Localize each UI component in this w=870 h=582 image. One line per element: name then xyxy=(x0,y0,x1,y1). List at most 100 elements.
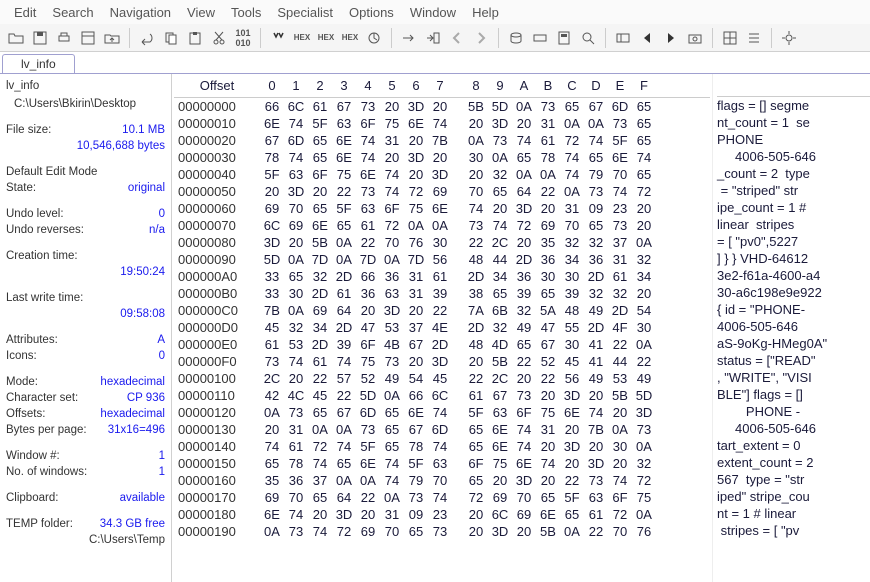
byte-cell[interactable]: 49 xyxy=(584,302,608,319)
byte-cell[interactable]: 3D xyxy=(512,472,536,489)
byte-cell[interactable]: 6E xyxy=(560,404,584,421)
byte-cell[interactable]: 65 xyxy=(380,404,404,421)
byte-cell[interactable]: 2D xyxy=(464,319,488,336)
byte-cell[interactable]: 34 xyxy=(308,319,332,336)
byte-cell[interactable]: 22 xyxy=(332,387,356,404)
byte-cell[interactable]: 7B xyxy=(428,132,452,149)
byte-cell[interactable]: 74 xyxy=(464,200,488,217)
ascii-row[interactable]: _count = 2 type xyxy=(717,165,870,182)
byte-cell[interactable]: 61 xyxy=(332,285,356,302)
byte-cell[interactable]: 39 xyxy=(560,285,584,302)
byte-cell[interactable]: 61 xyxy=(536,132,560,149)
byte-cell[interactable]: 66 xyxy=(404,387,428,404)
byte-cell[interactable]: 32 xyxy=(632,251,656,268)
byte-cell[interactable]: 55 xyxy=(560,319,584,336)
byte-cell[interactable]: 39 xyxy=(512,285,536,302)
byte-cell[interactable]: 0A xyxy=(536,166,560,183)
byte-cell[interactable]: 72 xyxy=(380,217,404,234)
byte-cell[interactable]: 75 xyxy=(332,166,356,183)
hex-row[interactable]: 000000C07B0A6964203D20227A6B325A48492D54 xyxy=(174,302,710,319)
byte-cell[interactable]: 53 xyxy=(608,370,632,387)
hex-row[interactable]: 000000D04532342D4753374E2D324947552D4F30 xyxy=(174,319,710,336)
hex-row[interactable]: 000000905D0A7D0A7D0A7D5648442D3634363132 xyxy=(174,251,710,268)
ascii-row[interactable]: { id = "PHONE- xyxy=(717,301,870,318)
byte-cell[interactable]: 65 xyxy=(464,472,488,489)
byte-cell[interactable]: 5B xyxy=(536,523,560,540)
byte-cell[interactable]: 44 xyxy=(608,353,632,370)
ascii-row[interactable]: , "WRITE", "VISI xyxy=(717,369,870,386)
byte-cell[interactable]: 30 xyxy=(536,268,560,285)
byte-cell[interactable]: 70 xyxy=(428,472,452,489)
byte-cell[interactable]: 74 xyxy=(380,183,404,200)
byte-cell[interactable]: 0A xyxy=(560,523,584,540)
byte-cell[interactable]: 22 xyxy=(464,234,488,251)
byte-cell[interactable]: 38 xyxy=(464,285,488,302)
byte-cell[interactable]: 20 xyxy=(464,166,488,183)
byte-cell[interactable]: 74 xyxy=(428,438,452,455)
hex-row[interactable]: 000000F0737461747573203D205B225245414422 xyxy=(174,353,710,370)
byte-cell[interactable]: 6E xyxy=(488,421,512,438)
byte-cell[interactable]: 53 xyxy=(380,319,404,336)
byte-cell[interactable]: 63 xyxy=(332,115,356,132)
byte-cell[interactable]: 66 xyxy=(356,268,380,285)
byte-cell[interactable]: 0A xyxy=(284,302,308,319)
byte-cell[interactable]: 74 xyxy=(284,353,308,370)
byte-cell[interactable]: 20 xyxy=(464,506,488,523)
byte-cell[interactable]: 65 xyxy=(464,438,488,455)
byte-cell[interactable]: 75 xyxy=(380,115,404,132)
forward-icon[interactable] xyxy=(470,27,492,49)
byte-cell[interactable]: 0A xyxy=(380,251,404,268)
byte-cell[interactable]: 22 xyxy=(512,353,536,370)
byte-cell[interactable]: 73 xyxy=(512,387,536,404)
byte-cell[interactable]: 2C xyxy=(488,370,512,387)
byte-cell[interactable]: 37 xyxy=(308,472,332,489)
byte-cell[interactable]: 7D xyxy=(308,251,332,268)
byte-cell[interactable]: 20 xyxy=(308,183,332,200)
byte-cell[interactable]: 45 xyxy=(260,319,284,336)
byte-cell[interactable]: 4D xyxy=(488,336,512,353)
byte-cell[interactable]: 30 xyxy=(464,149,488,166)
byte-cell[interactable]: 32 xyxy=(284,319,308,336)
byte-cell[interactable]: 6D xyxy=(608,98,632,115)
byte-cell[interactable]: 20 xyxy=(560,421,584,438)
calc-icon[interactable] xyxy=(553,27,575,49)
byte-cell[interactable]: 67 xyxy=(584,98,608,115)
byte-cell[interactable]: 31 xyxy=(608,251,632,268)
byte-cell[interactable]: 0A xyxy=(488,149,512,166)
byte-cell[interactable]: 20 xyxy=(404,302,428,319)
byte-cell[interactable]: 30 xyxy=(560,336,584,353)
byte-cell[interactable]: 34 xyxy=(488,268,512,285)
ascii-row[interactable]: 4006-505-646 xyxy=(717,420,870,437)
menu-tools[interactable]: Tools xyxy=(223,5,269,20)
byte-cell[interactable]: 72 xyxy=(308,438,332,455)
byte-cell[interactable]: 3D xyxy=(488,523,512,540)
byte-cell[interactable]: 39 xyxy=(332,336,356,353)
byte-cell[interactable]: 32 xyxy=(488,319,512,336)
byte-cell[interactable]: 2D xyxy=(308,285,332,302)
byte-cell[interactable]: 65 xyxy=(632,132,656,149)
menu-window[interactable]: Window xyxy=(402,5,464,20)
byte-cell[interactable]: 6D xyxy=(428,421,452,438)
byte-cell[interactable]: 6E xyxy=(308,217,332,234)
byte-cell[interactable]: 65 xyxy=(488,285,512,302)
byte-cell[interactable]: 33 xyxy=(260,268,284,285)
byte-cell[interactable]: 22 xyxy=(584,523,608,540)
byte-cell[interactable]: 3D xyxy=(284,183,308,200)
byte-cell[interactable]: 65 xyxy=(308,132,332,149)
byte-cell[interactable]: 0A xyxy=(428,217,452,234)
byte-cell[interactable]: 56 xyxy=(428,251,452,268)
print-icon[interactable] xyxy=(53,27,75,49)
byte-cell[interactable]: 78 xyxy=(260,149,284,166)
ascii-row[interactable]: 3e2-f61a-4600-a4 xyxy=(717,267,870,284)
byte-cell[interactable]: 67 xyxy=(332,98,356,115)
byte-cell[interactable]: 74 xyxy=(428,404,452,421)
byte-cell[interactable]: 72 xyxy=(332,523,356,540)
hex-row[interactable]: 00000050203D202273747269706564220A737472 xyxy=(174,183,710,200)
byte-cell[interactable]: 54 xyxy=(632,302,656,319)
byte-cell[interactable]: 74 xyxy=(356,132,380,149)
replace-hex-icon[interactable]: HEX xyxy=(315,27,337,49)
byte-cell[interactable]: 49 xyxy=(512,319,536,336)
byte-cell[interactable]: 2C xyxy=(260,370,284,387)
byte-cell[interactable]: 0A xyxy=(332,472,356,489)
hex-row[interactable]: 00000020676D656E7431207B0A73746172745F65 xyxy=(174,132,710,149)
